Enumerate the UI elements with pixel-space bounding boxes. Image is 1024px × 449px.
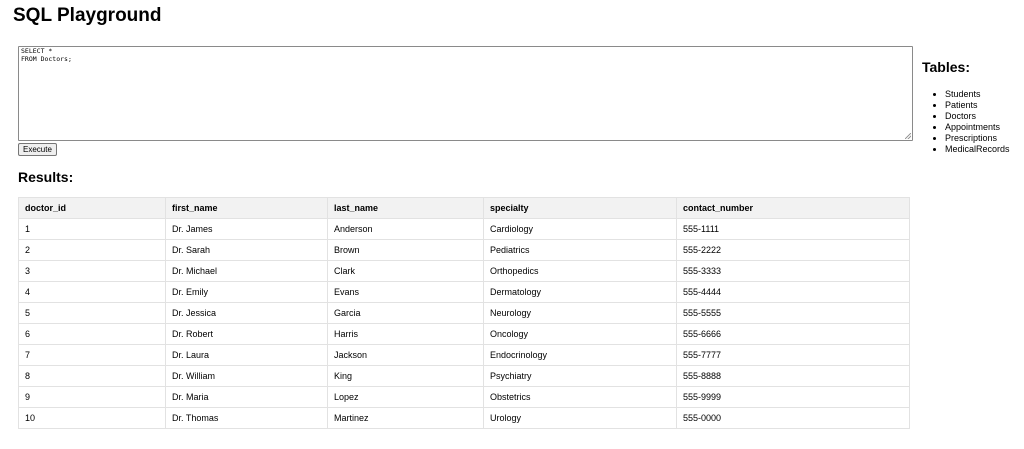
results-table: doctor_id first_name last_name specialty…: [18, 197, 910, 429]
table-cell: 555-9999: [676, 386, 910, 408]
table-cell: Anderson: [327, 218, 484, 240]
table-cell: Clark: [327, 260, 484, 282]
table-cell: Lopez: [327, 386, 484, 408]
column-header-first-name: first_name: [165, 197, 328, 219]
table-row: 1 Dr. James Anderson Cardiology 555-1111: [18, 218, 910, 240]
table-list-item-medicalrecords: MedicalRecords: [945, 144, 1022, 155]
table-cell: Brown: [327, 239, 484, 261]
table-cell: 8: [18, 365, 166, 387]
table-cell: Martinez: [327, 407, 484, 429]
table-cell: Dr. James: [165, 218, 328, 240]
table-header-row: doctor_id first_name last_name specialty…: [18, 197, 910, 219]
tables-heading: Tables:: [922, 59, 970, 75]
table-cell: 1: [18, 218, 166, 240]
column-header-contact-number: contact_number: [676, 197, 910, 219]
column-header-doctor-id: doctor_id: [18, 197, 166, 219]
table-cell: Urology: [483, 407, 677, 429]
table-cell: Orthopedics: [483, 260, 677, 282]
table-cell: 2: [18, 239, 166, 261]
table-cell: King: [327, 365, 484, 387]
table-list-item-doctors: Doctors: [945, 111, 1022, 122]
table-row: 5 Dr. Jessica Garcia Neurology 555-5555: [18, 302, 910, 324]
table-cell: Dr. William: [165, 365, 328, 387]
table-cell: Dr. Maria: [165, 386, 328, 408]
table-cell: 555-8888: [676, 365, 910, 387]
column-header-specialty: specialty: [483, 197, 677, 219]
table-cell: Dr. Thomas: [165, 407, 328, 429]
table-cell: Neurology: [483, 302, 677, 324]
results-heading: Results:: [18, 169, 74, 185]
table-cell: 9: [18, 386, 166, 408]
query-editor-container: SELECT * FROM Doctors;: [18, 46, 913, 141]
execute-button[interactable]: Execute: [18, 143, 57, 156]
table-cell: 10: [18, 407, 166, 429]
page-title: SQL Playground: [13, 5, 162, 26]
tables-list: Students Patients Doctors Appointments P…: [922, 89, 1022, 155]
table-cell: Dr. Laura: [165, 344, 328, 366]
table-cell: 555-6666: [676, 323, 910, 345]
resize-handle-icon[interactable]: [905, 133, 911, 139]
table-cell: Dr. Jessica: [165, 302, 328, 324]
table-cell: Cardiology: [483, 218, 677, 240]
table-cell: Harris: [327, 323, 484, 345]
table-cell: 555-4444: [676, 281, 910, 303]
table-row: 3 Dr. Michael Clark Orthopedics 555-3333: [18, 260, 910, 282]
table-cell: 555-1111: [676, 218, 910, 240]
table-list-item-patients: Patients: [945, 100, 1022, 111]
table-cell: Psychiatry: [483, 365, 677, 387]
table-cell: 5: [18, 302, 166, 324]
table-row: 7 Dr. Laura Jackson Endocrinology 555-77…: [18, 344, 910, 366]
table-cell: 555-3333: [676, 260, 910, 282]
table-cell: 6: [18, 323, 166, 345]
table-cell: Pediatrics: [483, 239, 677, 261]
table-cell: Evans: [327, 281, 484, 303]
table-cell: Dr. Sarah: [165, 239, 328, 261]
table-cell: 555-2222: [676, 239, 910, 261]
table-row: 8 Dr. William King Psychiatry 555-8888: [18, 365, 910, 387]
query-editor[interactable]: SELECT * FROM Doctors;: [18, 46, 913, 141]
table-cell: Garcia: [327, 302, 484, 324]
table-list-item-appointments: Appointments: [945, 122, 1022, 133]
table-cell: 7: [18, 344, 166, 366]
table-list-item-students: Students: [945, 89, 1022, 100]
table-row: 10 Dr. Thomas Martinez Urology 555-0000: [18, 407, 910, 429]
table-cell: Oncology: [483, 323, 677, 345]
table-cell: Jackson: [327, 344, 484, 366]
table-row: 2 Dr. Sarah Brown Pediatrics 555-2222: [18, 239, 910, 261]
table-row: 6 Dr. Robert Harris Oncology 555-6666: [18, 323, 910, 345]
table-row: 9 Dr. Maria Lopez Obstetrics 555-9999: [18, 386, 910, 408]
table-cell: 555-7777: [676, 344, 910, 366]
column-header-last-name: last_name: [327, 197, 484, 219]
table-cell: Dr. Emily: [165, 281, 328, 303]
table-cell: 3: [18, 260, 166, 282]
table-cell: Dermatology: [483, 281, 677, 303]
tables-panel: Tables: Students Patients Doctors Appoin…: [922, 58, 1022, 155]
table-cell: Dr. Michael: [165, 260, 328, 282]
table-list-item-prescriptions: Prescriptions: [945, 133, 1022, 144]
table-cell: 555-5555: [676, 302, 910, 324]
table-cell: Dr. Robert: [165, 323, 328, 345]
table-cell: 555-0000: [676, 407, 910, 429]
table-cell: Obstetrics: [483, 386, 677, 408]
table-cell: Endocrinology: [483, 344, 677, 366]
table-row: 4 Dr. Emily Evans Dermatology 555-4444: [18, 281, 910, 303]
table-cell: 4: [18, 281, 166, 303]
